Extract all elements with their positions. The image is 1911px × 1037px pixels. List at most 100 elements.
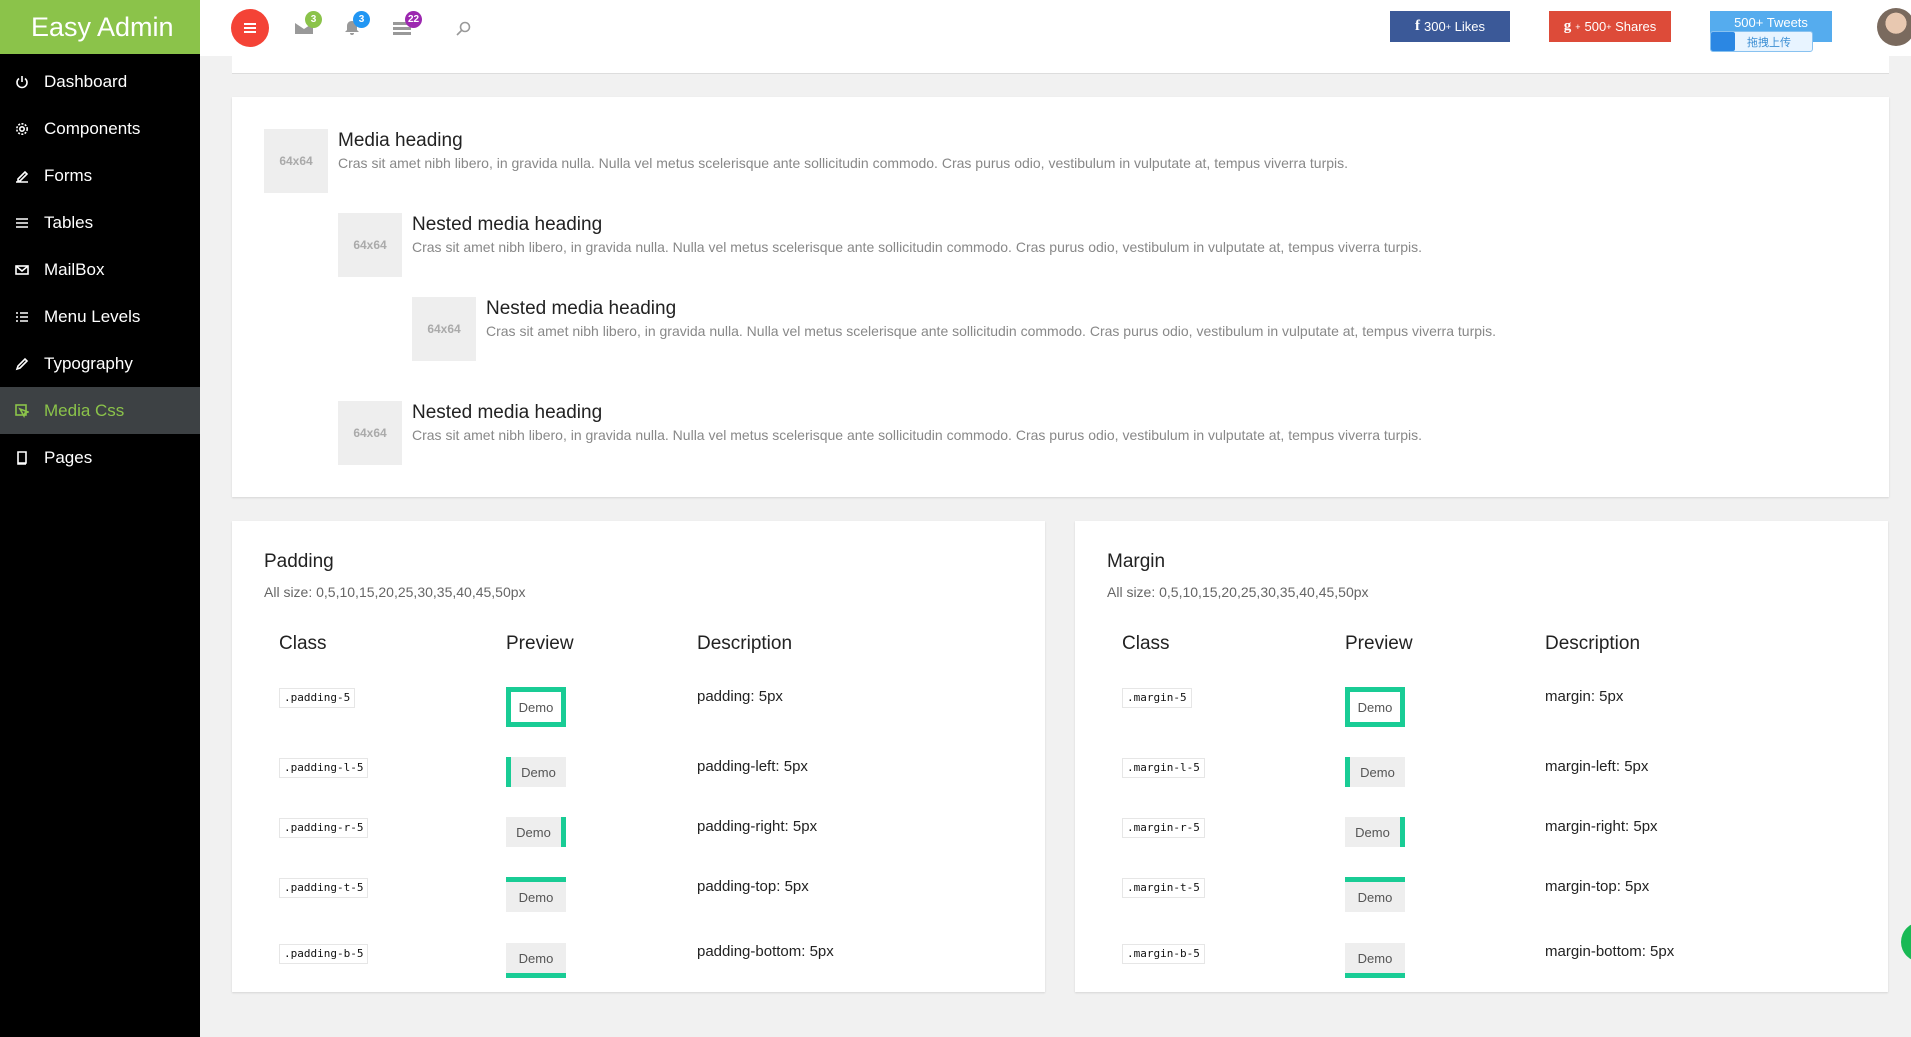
sidebar-item-mailbox[interactable]: MailBox (0, 246, 200, 293)
panel-title: Margin (1107, 551, 1166, 572)
class-code: .margin-b-5 (1122, 944, 1205, 964)
facebook-label: Likes (1454, 19, 1485, 34)
mail-count-badge: 3 (305, 11, 322, 28)
google-count-plus: + (1606, 21, 1612, 32)
facebook-count-plus: + (1445, 21, 1451, 32)
gear-icon (15, 122, 29, 136)
messages-notification[interactable]: 22 (393, 11, 423, 36)
media-body: Nested media heading Cras sit amet nibh … (412, 401, 1422, 465)
brand-logo[interactable]: Easy Admin (0, 0, 200, 54)
sidebar: Easy Admin Dashboard Components Forms Ta… (0, 0, 200, 1037)
media-placeholder: 64x64 (264, 129, 328, 193)
nested-media-object: 64x64 Nested media heading Cras sit amet… (338, 213, 1422, 277)
sidebar-item-label: MailBox (44, 259, 105, 279)
media-placeholder: 64x64 (338, 401, 402, 465)
demo-preview: Demo (506, 757, 566, 787)
row-description: margin: 5px (1545, 688, 1624, 705)
twitter-label: 500+ Tweets (1734, 15, 1808, 30)
media-heading: Nested media heading (412, 214, 603, 235)
demo-preview: Demo (1345, 877, 1405, 912)
media-text: Cras sit amet nibh libero, in gravida nu… (412, 427, 1423, 443)
panel-subtitle: All size: 0,5,10,15,20,25,30,35,40,45,50… (1107, 584, 1369, 600)
panel-title: Padding (264, 551, 334, 572)
column-header-preview: Preview (1345, 633, 1413, 654)
row-description: padding-left: 5px (697, 758, 808, 775)
nested-media-object: 64x64 Nested media heading Cras sit amet… (412, 297, 1496, 361)
padding-card: Padding All size: 0,5,10,15,20,25,30,35,… (232, 521, 1045, 992)
bell-notification[interactable]: 3 (343, 11, 370, 36)
sidebar-nav: Dashboard Components Forms Tables MailBo… (0, 54, 200, 481)
messages-count-badge: 22 (405, 11, 423, 28)
row-description: padding-bottom: 5px (697, 943, 834, 960)
sidebar-item-label: Forms (44, 165, 93, 185)
media-heading: Media heading (338, 130, 463, 151)
class-code: .padding-t-5 (279, 878, 369, 898)
sidebar-item-label: Components (44, 118, 141, 138)
margin-card: Margin All size: 0,5,10,15,20,25,30,35,4… (1075, 521, 1888, 992)
media-placeholder: 64x64 (412, 297, 476, 361)
google-plus-icon: g (1563, 18, 1572, 34)
notification-count-badge: 3 (353, 11, 370, 28)
google-shares-button[interactable]: g + 500 + Shares (1549, 11, 1671, 42)
sidebar-item-label: Dashboard (44, 71, 128, 91)
sidebar-item-dashboard[interactable]: Dashboard (0, 58, 200, 105)
floating-widget-button[interactable] (1901, 922, 1911, 962)
media-object: 64x64 Media heading Cras sit amet nibh l… (264, 129, 1348, 193)
edit-icon (15, 169, 29, 183)
row-description: margin-bottom: 5px (1545, 943, 1675, 960)
hamburger-icon (244, 27, 256, 29)
media-heading: Nested media heading (412, 402, 603, 423)
sidebar-item-label: Menu Levels (44, 306, 141, 326)
google-plus-sign: + (1575, 21, 1581, 32)
class-code: .margin-t-5 (1122, 878, 1205, 898)
nested-media-object: 64x64 Nested media heading Cras sit amet… (338, 401, 1422, 465)
class-code: .margin-5 (1122, 688, 1192, 708)
media-card: 64x64 Media heading Cras sit amet nibh l… (232, 97, 1889, 497)
row-description: margin-top: 5px (1545, 878, 1650, 895)
media-text: Cras sit amet nibh libero, in gravida nu… (412, 239, 1423, 255)
column-header-class: Class (279, 633, 327, 654)
media-placeholder: 64x64 (338, 213, 402, 277)
sidebar-item-menu-levels[interactable]: Menu Levels (0, 293, 200, 340)
sidebar-item-components[interactable]: Components (0, 105, 200, 152)
previous-card-bottom (232, 56, 1889, 74)
column-header-preview: Preview (506, 633, 574, 654)
sidebar-item-pages[interactable]: Pages (0, 434, 200, 481)
sidebar-item-label: Tables (44, 212, 94, 232)
demo-preview: Demo (506, 877, 566, 912)
row-description: margin-right: 5px (1545, 818, 1658, 835)
avatar[interactable] (1877, 8, 1911, 46)
facebook-icon: f (1415, 18, 1421, 34)
media-icon (15, 403, 29, 418)
menu-toggle-button[interactable] (231, 9, 269, 47)
column-header-description: Description (1545, 633, 1641, 654)
media-text: Cras sit amet nibh libero, in gravida nu… (486, 323, 1497, 339)
google-count: 500 (1584, 19, 1607, 34)
search-button[interactable] (455, 21, 473, 37)
class-code: .margin-r-5 (1122, 818, 1205, 838)
media-text: Cras sit amet nibh libero, in gravida nu… (338, 155, 1349, 171)
facebook-likes-button[interactable]: f 300 + Likes (1390, 11, 1510, 42)
media-body: Nested media heading Cras sit amet nibh … (486, 297, 1496, 361)
book-icon (15, 450, 29, 465)
class-code: .padding-r-5 (279, 818, 369, 838)
mail-icon (15, 263, 29, 277)
top-navbar: 3 3 22 f 300 + Likes g + 500 + Shares 500+ … (200, 0, 1911, 56)
sidebar-item-typography[interactable]: Typography (0, 340, 200, 387)
sidebar-item-forms[interactable]: Forms (0, 152, 200, 199)
row-description: padding-top: 5px (697, 878, 809, 895)
drag-upload-tag[interactable]: 拖拽上传 (1710, 31, 1813, 52)
google-label: Shares (1615, 19, 1657, 34)
demo-preview: Demo (1345, 817, 1405, 847)
list-icon (15, 216, 29, 230)
row-description: padding-right: 5px (697, 818, 818, 835)
mail-notification[interactable]: 3 (295, 11, 322, 36)
class-code: .margin-l-5 (1122, 758, 1205, 778)
sidebar-item-tables[interactable]: Tables (0, 199, 200, 246)
sidebar-item-media-css[interactable]: Media Css (0, 387, 200, 434)
demo-preview: Demo (506, 817, 566, 847)
sidebar-item-label: Pages (44, 447, 93, 467)
row-description: padding: 5px (697, 688, 783, 705)
media-body: Media heading Cras sit amet nibh libero,… (338, 129, 1348, 193)
column-header-class: Class (1122, 633, 1170, 654)
